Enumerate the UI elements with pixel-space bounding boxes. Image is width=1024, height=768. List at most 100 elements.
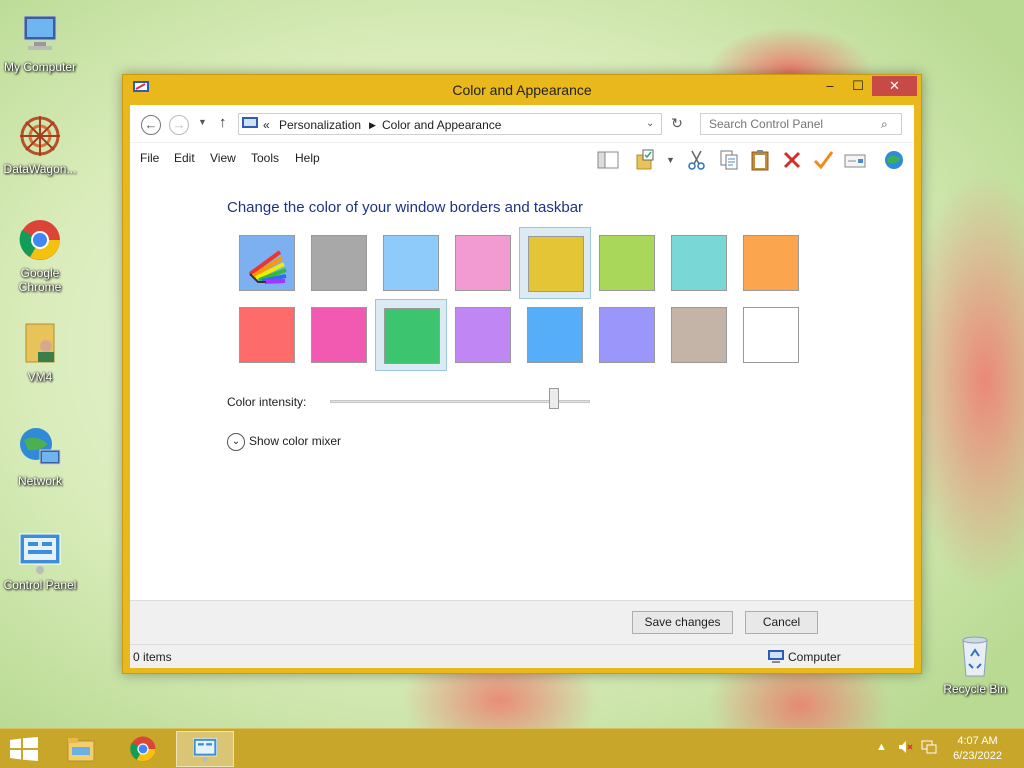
forward-button[interactable]: → <box>169 115 189 135</box>
computer-icon <box>16 10 64 58</box>
color-swatch[interactable] <box>591 227 663 299</box>
folder-checkbox-icon[interactable] <box>635 149 657 171</box>
desktop-icon-datawagon[interactable]: DataWagon... <box>0 112 80 176</box>
menu-file[interactable]: File <box>140 151 159 165</box>
color-swatch[interactable] <box>663 227 735 299</box>
show-color-mixer-toggle[interactable]: ⌄ Show color mixer <box>227 433 341 451</box>
recent-locations-dropdown[interactable]: ▼ <box>198 117 207 127</box>
swatch-fill <box>743 307 799 363</box>
swatch-fill <box>599 307 655 363</box>
maximize-button[interactable]: ☐ <box>844 76 872 96</box>
swatch-fill <box>239 307 295 363</box>
close-button[interactable]: ✕ <box>872 76 917 96</box>
color-swatch[interactable] <box>447 227 519 299</box>
breadcrumb-separator-icon[interactable]: ▶ <box>369 120 376 131</box>
save-changes-button[interactable]: Save changes <box>632 611 733 634</box>
desktop-icon-label: Recycle Bin <box>943 682 1007 696</box>
breadcrumb-personalization[interactable]: Personalization <box>279 118 361 132</box>
globe-icon[interactable] <box>883 149 905 171</box>
address-prefix: « <box>263 118 270 132</box>
desktop-icon-control-panel[interactable]: Control Panel <box>0 528 80 592</box>
layout-pane-icon[interactable] <box>597 149 619 171</box>
swatch-fill <box>671 235 727 291</box>
color-swatch[interactable] <box>519 299 591 371</box>
desktop-icon-my-computer[interactable]: My Computer <box>0 10 80 74</box>
start-button[interactable] <box>10 737 38 764</box>
title-bar[interactable]: Color and Appearance – ☐ ✕ <box>123 75 921 105</box>
color-swatch[interactable] <box>663 299 735 371</box>
desktop-icon-label: Google Chrome <box>18 266 62 294</box>
color-swatch-selected[interactable] <box>519 227 591 299</box>
item-count: 0 items <box>133 650 172 664</box>
status-location: Computer <box>788 650 841 664</box>
page-title: Change the color of your window borders … <box>227 199 584 216</box>
chrome-icon <box>16 216 64 264</box>
paste-icon[interactable] <box>749 149 771 171</box>
menu-edit[interactable]: Edit <box>174 151 195 165</box>
swatch-fill <box>455 235 511 291</box>
minimize-button[interactable]: – <box>816 76 844 96</box>
navigation-bar: ← → ▼ ↑ « Personalization ▶ Color and Ap… <box>130 105 914 143</box>
copy-icon[interactable] <box>718 149 740 171</box>
taskbar-chrome[interactable] <box>114 731 172 767</box>
color-swatch[interactable] <box>591 299 663 371</box>
desktop-icon-recycle-bin[interactable]: Recycle Bin <box>935 632 1015 696</box>
swatch-fill <box>528 236 584 292</box>
status-bar: 0 items Computer <box>130 644 914 668</box>
back-button[interactable]: ← <box>141 115 161 135</box>
color-swatch-hover[interactable] <box>375 299 447 371</box>
computer-icon <box>768 650 784 663</box>
file-explorer-icon <box>67 738 95 762</box>
properties-icon[interactable] <box>844 149 866 171</box>
taskbar-control-panel[interactable] <box>176 731 234 767</box>
slider-thumb[interactable] <box>548 388 559 409</box>
color-swatch[interactable] <box>375 227 447 299</box>
control-panel-icon <box>193 738 217 762</box>
main-content: Change the color of your window borders … <box>130 175 914 600</box>
color-swatch[interactable] <box>303 227 375 299</box>
volume-muted-icon[interactable] <box>897 739 913 758</box>
desktop-icon-chrome[interactable]: Google Chrome <box>0 216 80 294</box>
button-bar: Save changes Cancel <box>130 600 914 644</box>
window-title: Color and Appearance <box>452 82 592 98</box>
address-dropdown-icon[interactable]: ⌄ <box>646 118 654 129</box>
color-swatch[interactable] <box>447 299 519 371</box>
desktop-icon-network[interactable]: Network <box>0 424 80 488</box>
search-input[interactable] <box>700 113 902 135</box>
swatch-fill <box>311 235 367 291</box>
menu-bar: File Edit View Tools Help ▼ <box>130 143 914 175</box>
taskbar-file-explorer[interactable] <box>52 731 110 767</box>
network-icon <box>16 424 64 472</box>
menu-view[interactable]: View <box>210 151 236 165</box>
clock[interactable]: 4:07 AM 6/23/2022 <box>953 734 1002 764</box>
mixer-label: Show color mixer <box>249 434 342 449</box>
cut-icon[interactable] <box>686 149 708 171</box>
windows-logo-icon <box>10 737 38 761</box>
color-swatch[interactable] <box>231 299 303 371</box>
clock-date: 6/23/2022 <box>953 750 1002 762</box>
desktop-icon-vm4[interactable]: VM4 <box>0 320 80 384</box>
color-swatch[interactable] <box>735 227 807 299</box>
desktop-icon-label: My Computer <box>3 60 77 74</box>
desktop-icon-label: Network <box>17 474 62 488</box>
checkmark-icon[interactable] <box>812 149 834 171</box>
color-swatch[interactable] <box>735 299 807 371</box>
color-swatch-automatic[interactable] <box>231 227 303 299</box>
user-folder-icon <box>16 320 64 368</box>
breadcrumb-color-appearance[interactable]: Color and Appearance <box>382 118 501 132</box>
delete-icon[interactable] <box>781 149 803 171</box>
refresh-button[interactable]: ↻ <box>668 115 686 133</box>
taskbar: ▲ 4:07 AM 6/23/2022 <box>0 728 1024 768</box>
chevron-down-icon[interactable]: ▼ <box>666 155 675 165</box>
color-swatch[interactable] <box>303 299 375 371</box>
menu-tools[interactable]: Tools <box>251 151 279 165</box>
up-button[interactable]: ↑ <box>219 114 227 131</box>
search-icon[interactable]: ⌕ <box>881 117 888 132</box>
show-hidden-icons-button[interactable]: ▲ <box>876 741 887 753</box>
desktop-icon-label: VM4 <box>27 370 53 384</box>
address-bar[interactable]: « Personalization ▶ Color and Appearance… <box>238 113 662 135</box>
network-status-icon[interactable] <box>921 739 937 758</box>
cancel-button[interactable]: Cancel <box>745 611 818 634</box>
datawagon-icon <box>16 112 64 160</box>
menu-help[interactable]: Help <box>295 151 320 165</box>
